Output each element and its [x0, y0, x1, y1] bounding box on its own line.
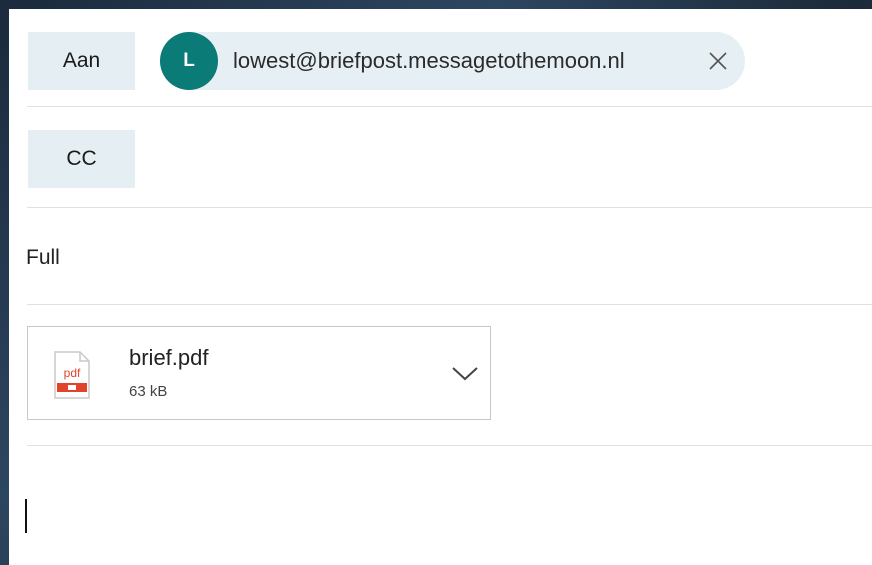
text-cursor — [25, 499, 27, 533]
close-icon[interactable] — [707, 50, 729, 72]
attachment-card[interactable]: pdf brief.pdf 63 kB — [27, 326, 491, 420]
subject-field[interactable]: Full — [26, 246, 60, 270]
divider — [27, 207, 872, 208]
pdf-icon-text: pdf — [64, 366, 81, 380]
pdf-file-icon: pdf — [54, 351, 90, 399]
attachment-size: 63 kB — [129, 383, 168, 400]
recipient-chip[interactable]: L lowest@briefpost.messagetothemoon.nl — [160, 32, 745, 90]
divider — [27, 106, 872, 107]
to-button[interactable]: Aan — [28, 32, 135, 90]
compose-panel: Aan L lowest@briefpost.messagetothemoon.… — [9, 9, 872, 565]
avatar: L — [160, 32, 218, 90]
chevron-down-icon[interactable] — [450, 363, 480, 383]
divider — [27, 445, 872, 446]
cc-button[interactable]: CC — [28, 130, 135, 188]
message-body[interactable] — [25, 459, 865, 559]
divider — [27, 304, 872, 305]
attachment-name: brief.pdf — [129, 345, 209, 370]
recipient-email: lowest@briefpost.messagetothemoon.nl — [233, 48, 625, 73]
